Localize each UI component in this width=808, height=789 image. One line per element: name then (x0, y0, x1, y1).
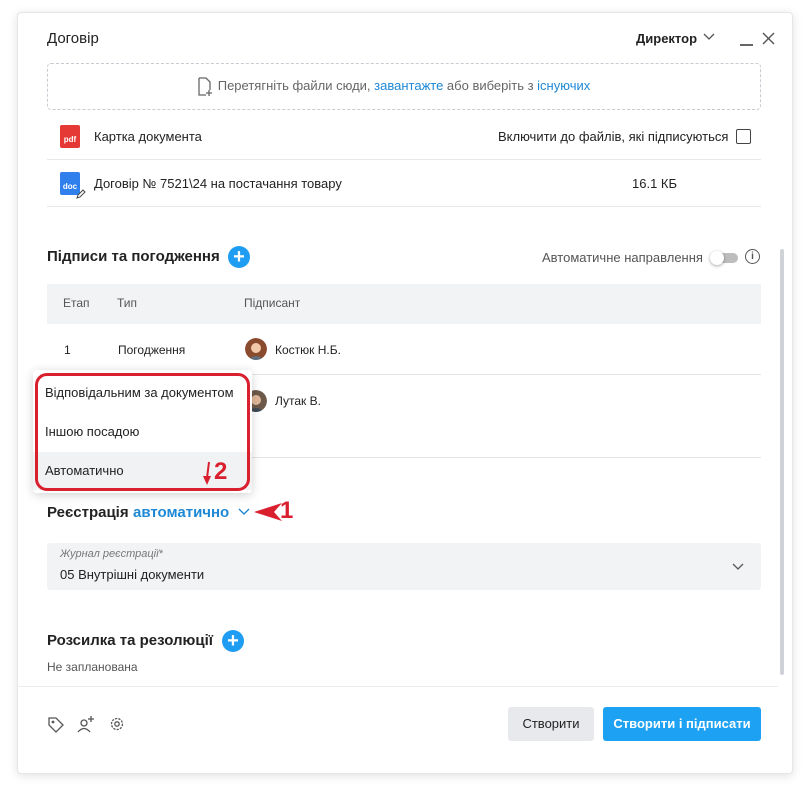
annotation-arrow-icon (203, 461, 211, 485)
tag-icon[interactable] (48, 717, 64, 733)
file-name[interactable]: Договір № 7521\24 на постачання товару (94, 176, 342, 191)
existing-files-link[interactable]: існуючих (537, 78, 590, 93)
gear-icon[interactable] (109, 716, 125, 732)
file-size: 16.1 КБ (632, 176, 678, 191)
file-row: doc Договір № 7521\24 на постачання това… (47, 160, 761, 207)
role-selector[interactable]: Директор (636, 31, 697, 46)
chevron-down-icon[interactable] (238, 508, 250, 516)
include-to-signing-label: Включити до файлів, які підписуються (498, 129, 729, 144)
row-stage: 1 (64, 343, 71, 357)
annotation-2: 2 (214, 458, 228, 485)
annotation-1: 1 (280, 497, 294, 524)
journal-label: Журнал реєстрації* (60, 548, 163, 560)
column-signer: Підписант (244, 296, 301, 310)
auto-routing-label: Автоматичне направлення (542, 250, 703, 265)
signatures-title: Підписи та погодження (47, 248, 220, 265)
add-distribution-button[interactable]: + (222, 630, 244, 652)
drop-text-middle: або виберіть з (443, 78, 538, 93)
signer-name: Костюк Н.Б. (275, 343, 341, 357)
document-dialog: Договір Директор Перетягніть файли сюди,… (17, 12, 793, 774)
journal-value: 05 Внутрішні документи (60, 567, 205, 582)
column-type: Тип (117, 296, 138, 310)
column-stage: Етап (63, 296, 90, 310)
drop-zone-text: Перетягніть файли сюди, завантажте або в… (48, 78, 760, 93)
signatures-table-header: Етап Тип Підписант (47, 284, 761, 324)
journal-select[interactable]: Журнал реєстрації* 05 Внутрішні документ… (47, 543, 761, 590)
file-name[interactable]: Картка документа (94, 129, 202, 144)
divider (18, 686, 778, 687)
avatar (245, 338, 267, 360)
file-drop-zone[interactable]: Перетягніть файли сюди, завантажте або в… (47, 63, 761, 110)
file-row: pdf Картка документа Включити до файлів,… (47, 113, 761, 160)
add-signature-button[interactable]: + (228, 246, 250, 268)
row-type: Погодження (118, 343, 186, 357)
distribution-status: Не запланована (47, 660, 138, 674)
close-icon[interactable] (762, 32, 775, 45)
distribution-title: Розсилка та резолюції (47, 632, 213, 649)
add-user-icon[interactable] (77, 715, 95, 733)
chevron-down-icon[interactable] (732, 563, 744, 571)
registration-mode[interactable]: автоматично (133, 504, 229, 521)
toggle-knob[interactable] (710, 251, 724, 265)
create-button[interactable]: Створити (508, 707, 594, 741)
scrollbar[interactable] (780, 249, 784, 675)
pdf-icon: pdf (60, 125, 80, 148)
chevron-down-icon[interactable] (703, 33, 715, 41)
create-and-sign-button[interactable]: Створити і підписати (603, 707, 761, 741)
signer-name: Лутак В. (275, 394, 321, 408)
info-icon[interactable]: i (745, 249, 760, 264)
drop-text-prefix: Перетягніть файли сюди, (217, 78, 375, 93)
upload-link[interactable]: завантажте (374, 78, 443, 93)
registration-title: Реєстрація (47, 504, 129, 521)
dialog-title: Договір (47, 30, 99, 47)
edit-pencil-icon (76, 189, 86, 199)
include-to-signing-checkbox[interactable] (736, 129, 751, 144)
minimize-button[interactable] (740, 44, 753, 46)
